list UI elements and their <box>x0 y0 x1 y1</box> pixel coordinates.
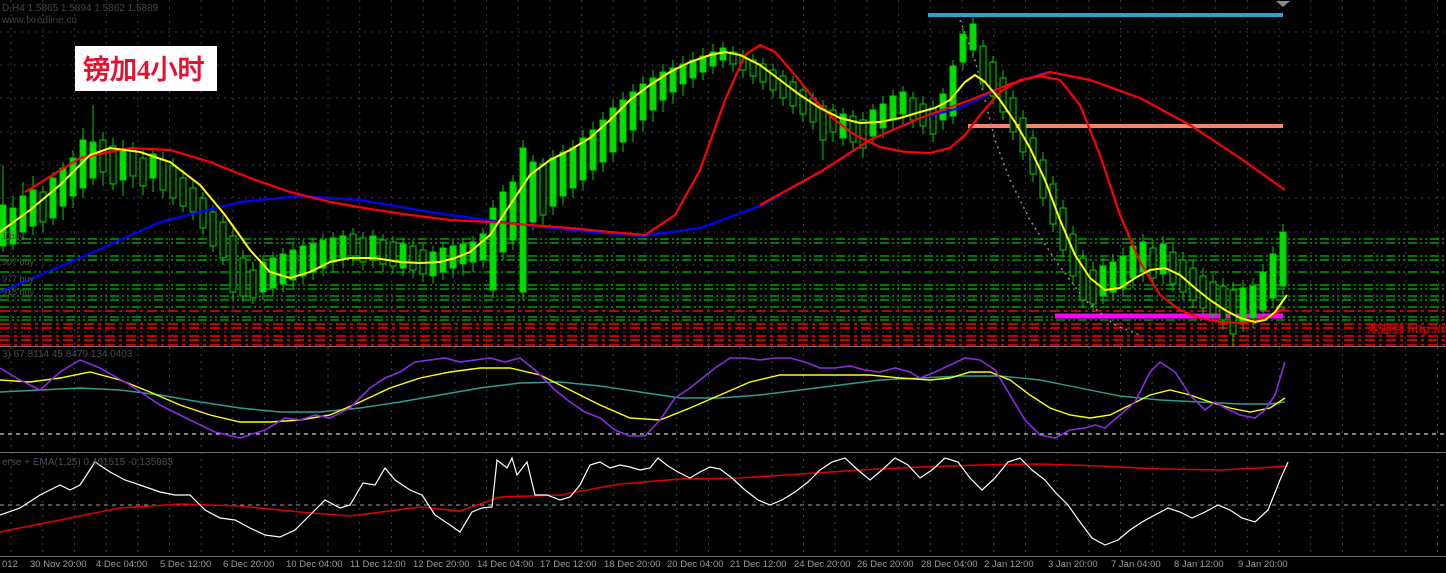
time-axis-label: 7 Jan 04:00 <box>1111 559 1161 570</box>
time-axis-label: 5 Dec 12:00 <box>160 559 212 570</box>
time-axis-label: 26 Dec 20:00 <box>857 559 914 570</box>
window-separator-2[interactable] <box>0 452 1446 453</box>
time-axis-label: 9 Jan 20:00 <box>1238 559 1288 570</box>
time-axis-label: 10 Dec 04:00 <box>286 559 343 570</box>
time-axis-label: 12 Dec 20:00 <box>413 559 470 570</box>
time-axis-label: 11 Dec 12:00 <box>350 559 406 570</box>
time-axis-label: 20 Dec 04:00 <box>667 559 724 570</box>
chart-title-text: 镑加4小时 <box>83 55 205 85</box>
time-axis-label: 3 Jan 20:00 <box>1048 559 1098 570</box>
time-axis-label: 012 <box>2 559 18 570</box>
window-separator-1[interactable] <box>0 346 1446 347</box>
chart-shift-marker-icon[interactable] <box>1276 1 1290 7</box>
time-axis-label: 6 Dec 20:00 <box>223 559 275 570</box>
time-axis-label: 14 Dec 04:00 <box>477 559 534 570</box>
chart-canvas[interactable] <box>0 0 1446 573</box>
chart-title-tag: 镑加4小时 <box>75 46 217 91</box>
time-axis-label: 4 Dec 04:00 <box>96 559 148 570</box>
chart-svg[interactable] <box>0 0 1446 573</box>
time-axis-label: 18 Dec 20:00 <box>604 559 661 570</box>
time-axis-label: 28 Dec 04:00 <box>921 559 978 570</box>
time-axis[interactable]: 012 30 Nov 20:00 4 Dec 04:00 5 Dec 12:00 6 D… <box>0 557 1446 573</box>
time-axis-label: 21 Dec 12:00 <box>730 559 787 570</box>
time-axis-label: 30 Nov 20:00 <box>30 559 87 570</box>
mt4-chart-window: D,H4 1.5865 1.5894 1.5862 1.5889 www.fxr… <box>0 0 1446 573</box>
time-axis-label: 2 Jan 12:00 <box>984 559 1034 570</box>
time-axis-label: 8 Jan 12:00 <box>1174 559 1224 570</box>
time-axis-label: 17 Dec 12:00 <box>540 559 597 570</box>
time-axis-label: 24 Dec 20:00 <box>794 559 851 570</box>
